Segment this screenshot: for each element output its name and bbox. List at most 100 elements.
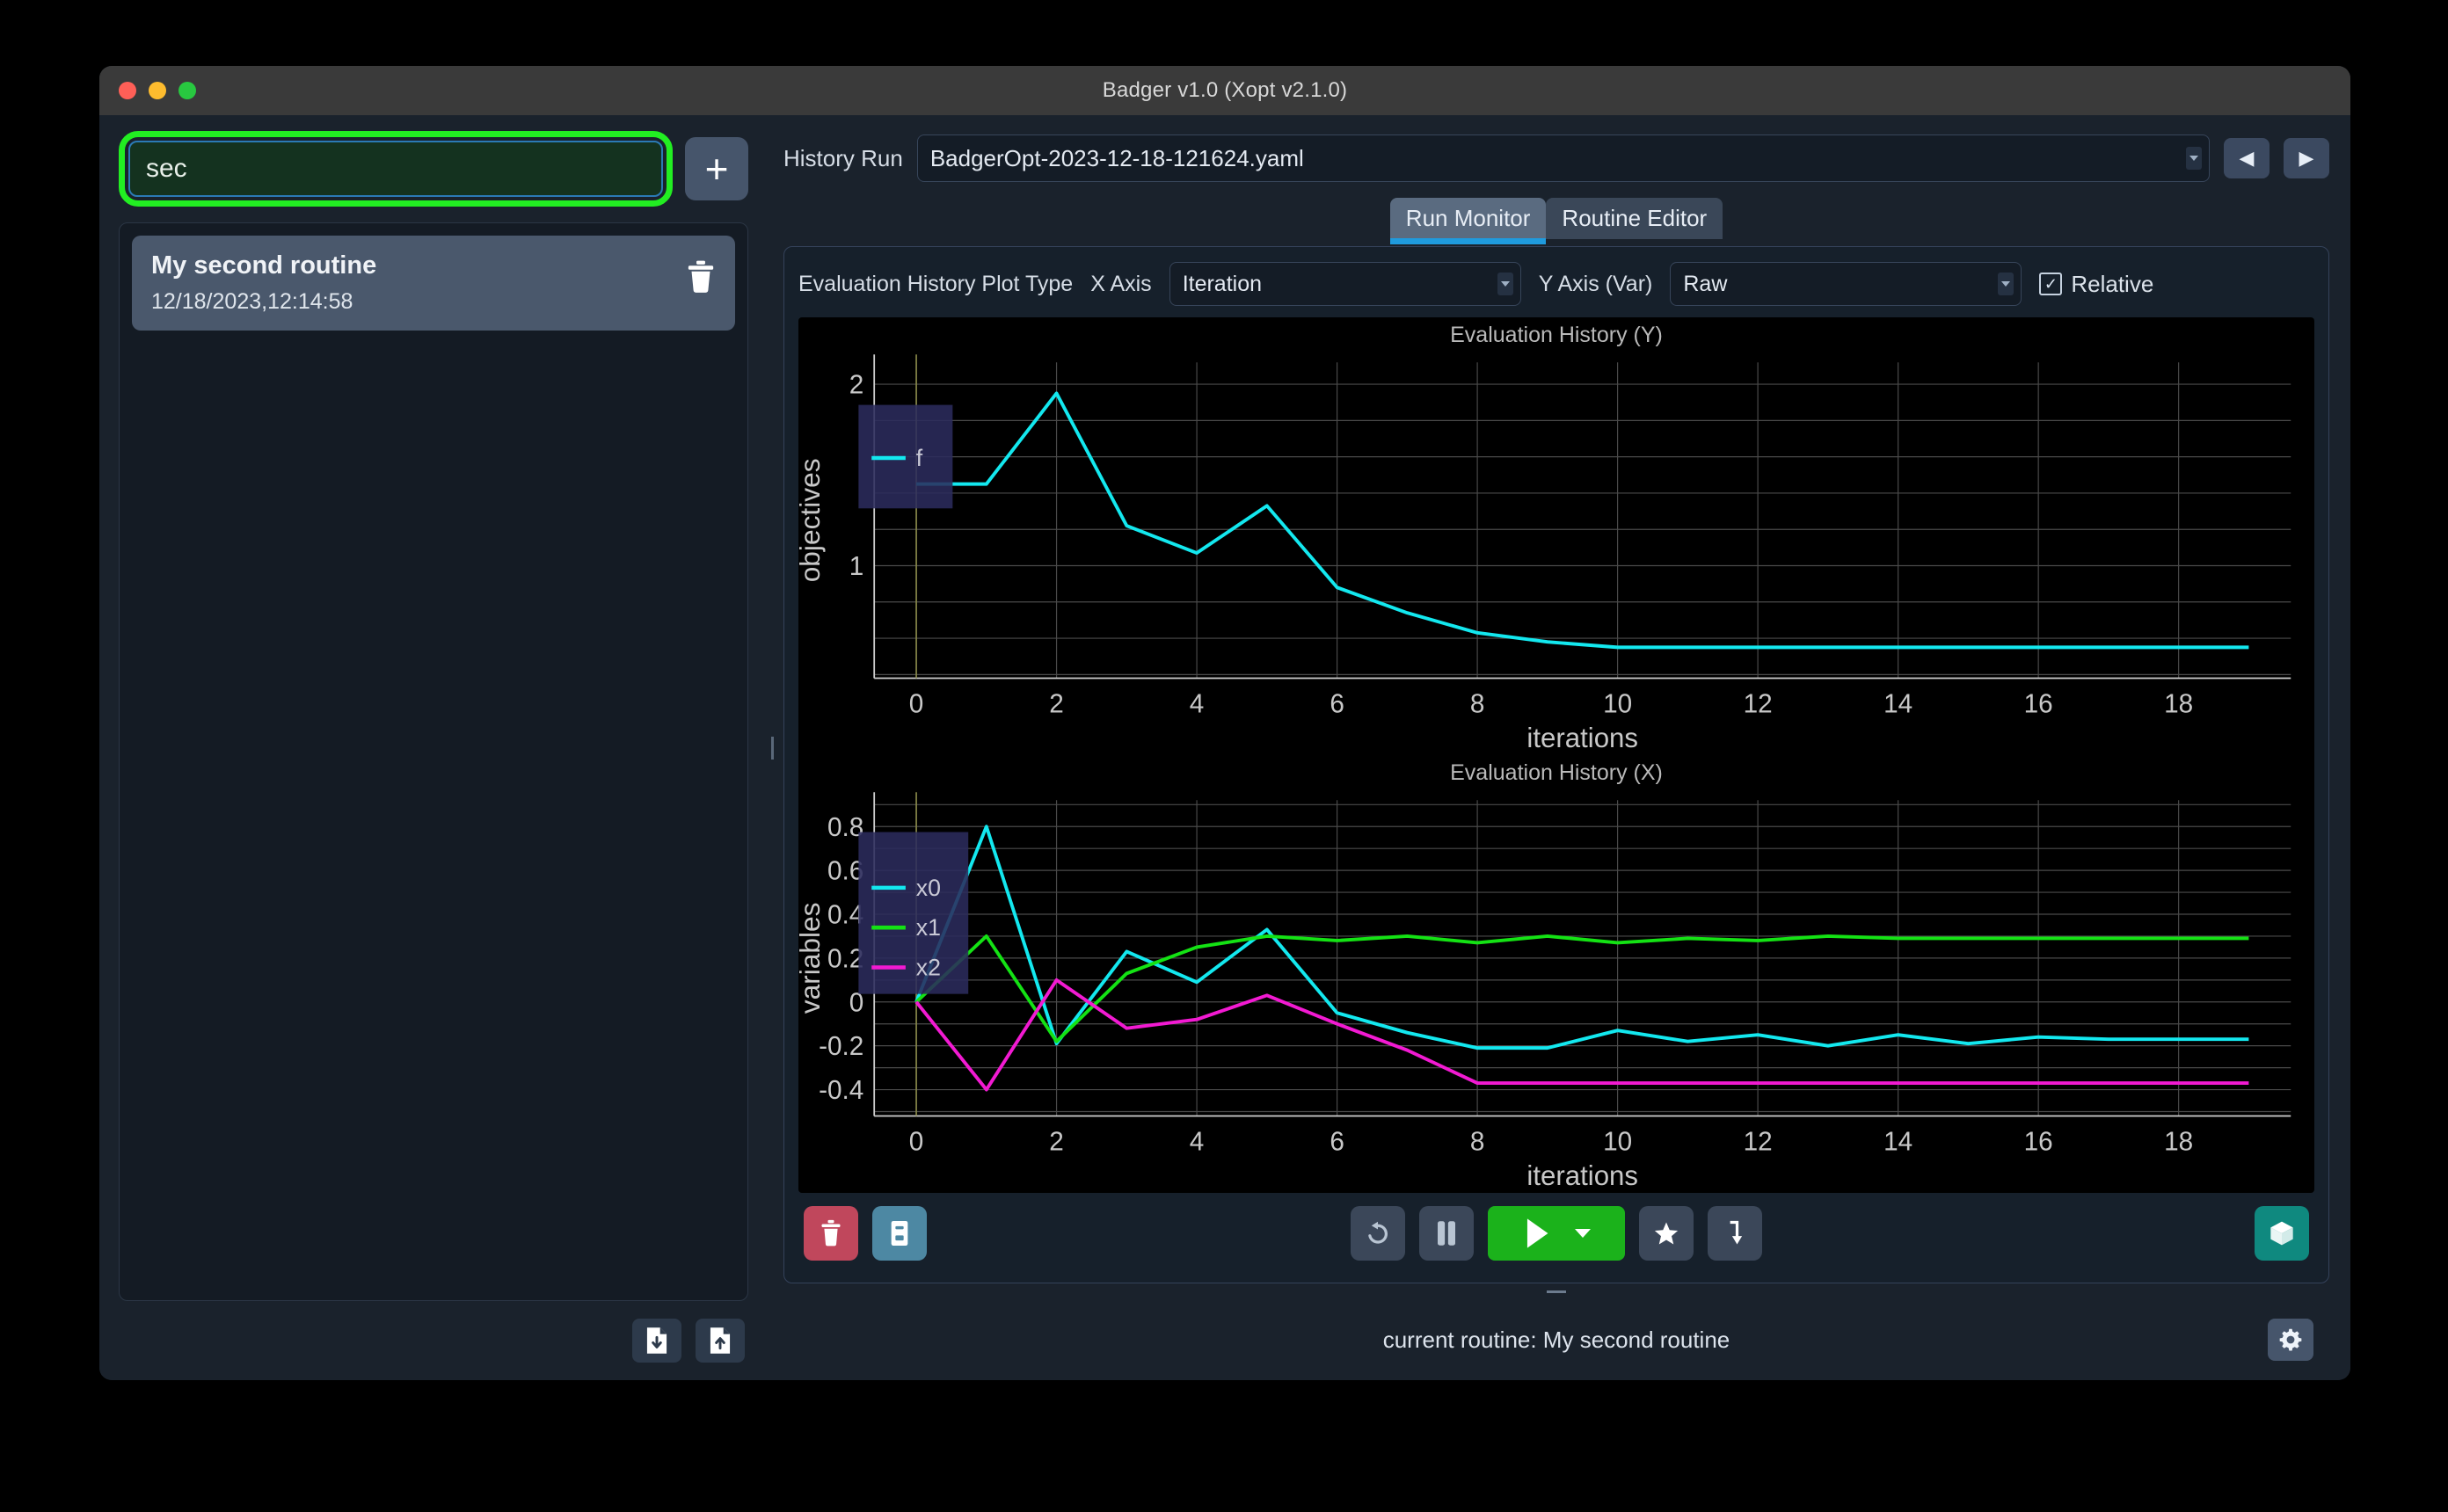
extensions-button[interactable] [2255,1206,2309,1261]
svg-text:0.6: 0.6 [827,856,863,885]
x-axis-select[interactable]: Iteration [1169,262,1521,306]
minimize-button[interactable] [149,82,166,99]
relative-label: Relative [2071,270,2154,297]
window-title: Badger v1.0 (Xopt v2.1.0) [1102,78,1348,102]
chevron-left-icon: ◀ [2239,147,2255,169]
play-icon [1526,1218,1548,1248]
run-monitor-panel: Evaluation History Plot Type X Axis Iter… [783,246,2329,1283]
svg-text:iterations: iterations [1526,723,1638,753]
checkbox-box: ✓ [2039,273,2063,295]
plot-type-label: Evaluation History Plot Type [798,271,1074,296]
chevron-down-icon [1497,273,1513,295]
svg-text:14: 14 [1883,690,1912,719]
app-window: Badger v1.0 (Xopt v2.1.0) + My second ro… [99,66,2350,1380]
close-button[interactable] [119,82,136,99]
y-axis-select[interactable]: Raw [1670,262,2022,306]
toolbar-right-group [2255,1206,2309,1261]
svg-text:12: 12 [1744,1128,1773,1157]
zoom-button[interactable] [178,82,196,99]
svg-text:4: 4 [1190,690,1205,719]
search-highlight [119,131,673,207]
plot-evaluation-history-y[interactable]: Evaluation History (Y) 1 2 0 2 4 6 8 10 12 14 16 18… [795,317,2314,755]
pause-button[interactable] [1419,1206,1474,1261]
search-focus-ring [119,131,673,207]
svg-text:18: 18 [2164,690,2193,719]
svg-text:8: 8 [1470,1128,1485,1157]
cube-icon [2270,1221,2293,1246]
main-panel: History Run BadgerOpt-2023-12-18-121624.… [776,115,2350,1380]
svg-text:0.2: 0.2 [827,944,863,973]
svg-text:14: 14 [1883,1128,1912,1157]
routine-timestamp: 12/18/2023,12:14:58 [151,289,353,314]
file-download-icon [646,1327,667,1354]
chart-y-canvas: 120 2 4 6 8 10 12 14 16 18iterationsobjectivesf [795,354,2291,753]
y-axis-value: Raw [1683,271,1728,296]
next-run-button[interactable]: ▶ [2284,138,2329,178]
tab-run-monitor[interactable]: Run Monitor [1389,198,1547,244]
history-run-row: History Run BadgerOpt-2023-12-18-121624.… [783,131,2329,185]
plot-evaluation-history-x[interactable]: Evaluation History (X) 0.8 0.6 0.4 0.2 0 -0.2… [795,755,2314,1193]
logbook-icon [891,1221,908,1246]
import-routine-button[interactable] [632,1319,681,1363]
plot-controls: Evaluation History Plot Type X Axis Iter… [798,258,2314,310]
toolbar-left-group [804,1206,927,1261]
svg-text:2: 2 [1049,1128,1064,1157]
reset-button[interactable] [1351,1206,1405,1261]
svg-text:8: 8 [1470,690,1485,719]
svg-text:2: 2 [1049,690,1064,719]
svg-text:16: 16 [2024,1128,2053,1157]
svg-text:0.8: 0.8 [827,813,863,842]
sidebar: + My second routine 12/18/2023,12:14:58 [99,115,768,1380]
status-text: current routine: My second routine [1382,1326,1730,1353]
prev-run-button[interactable]: ◀ [2224,138,2270,178]
logbook-button[interactable] [872,1206,927,1261]
set-optimum-button[interactable] [1639,1206,1694,1261]
run-button[interactable] [1488,1206,1625,1261]
svg-text:10: 10 [1603,690,1632,719]
file-upload-icon [710,1327,731,1354]
tab-run-monitor-label: Run Monitor [1405,205,1531,231]
relative-checkbox[interactable]: ✓ Relative [2039,271,2153,298]
resize-handle[interactable] [783,1283,2329,1299]
reset-icon [1368,1221,1388,1244]
history-run-select[interactable]: BadgerOpt-2023-12-18-121624.yaml [916,134,2210,182]
settings-button[interactable] [2268,1319,2313,1361]
plus-icon: + [704,146,729,192]
tab-routine-editor-label: Routine Editor [1562,205,1708,231]
star-icon [1654,1222,1679,1245]
tab-routine-editor[interactable]: Routine Editor [1546,198,1723,239]
x-axis-value: Iteration [1182,271,1263,296]
export-routine-button[interactable] [696,1319,745,1363]
trash-icon[interactable] [686,260,716,294]
chevron-right-icon: ▶ [2299,147,2314,169]
add-routine-button[interactable]: + [685,137,748,200]
svg-text:objectives: objectives [798,458,826,582]
svg-text:2: 2 [849,370,864,399]
svg-text:-0.4: -0.4 [819,1076,863,1105]
chart-x-canvas: 0.80.60.40.20-0.2-0.40 2 4 6 8 10 12 14 16 18iter… [795,792,2291,1191]
status-bar: current routine: My second routine [783,1299,2329,1380]
svg-text:1: 1 [849,552,864,581]
sidebar-footer [119,1301,748,1380]
chevron-down-icon [2186,147,2202,170]
svg-text:x1: x1 [916,914,941,941]
svg-text:x2: x2 [916,954,941,980]
history-run-value: BadgerOpt-2023-12-18-121624.yaml [929,144,1304,171]
delete-run-button[interactable] [804,1206,858,1261]
svg-text:16: 16 [2024,690,2053,719]
svg-text:6: 6 [1330,690,1344,719]
plot-area: Evaluation History (Y) 1 2 0 2 4 6 8 10 12 14 16 18… [795,317,2314,1193]
routine-name: My second routine [151,251,377,280]
svg-text:6: 6 [1330,1128,1344,1157]
plot-y-title: Evaluation History (Y) [1450,323,1663,347]
jump-to-optimum-button[interactable] [1708,1206,1762,1261]
svg-text:12: 12 [1744,690,1773,719]
run-options-caret-icon[interactable] [1575,1229,1591,1238]
svg-text:x0: x0 [916,875,941,901]
pause-icon [1438,1221,1455,1246]
panel-splitter[interactable] [768,115,776,1380]
svg-text:variables: variables [798,903,826,1014]
routine-list: My second routine 12/18/2023,12:14:58 [119,222,748,1301]
svg-text:18: 18 [2164,1128,2193,1157]
list-item[interactable]: My second routine 12/18/2023,12:14:58 [132,236,735,331]
